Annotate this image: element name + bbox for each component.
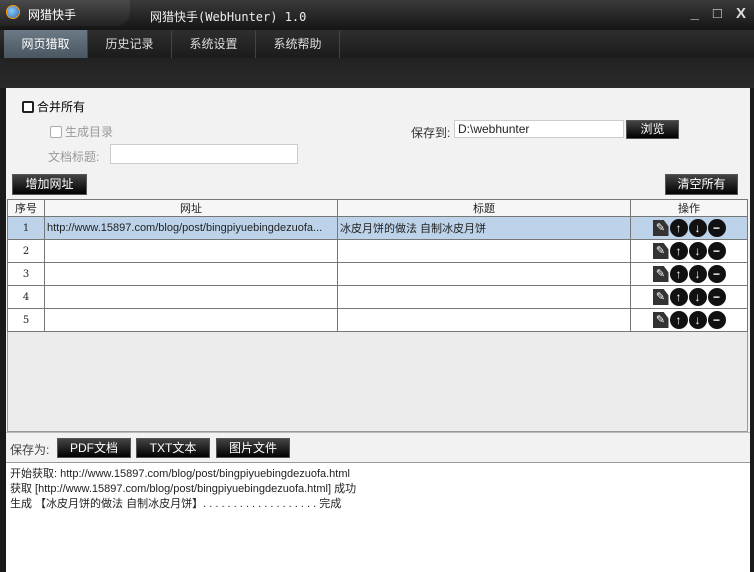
delete-icon[interactable]: − (707, 288, 726, 306)
row-title[interactable] (337, 239, 631, 263)
table-row[interactable]: 4 ✎ ↑ ↓ − (7, 285, 748, 309)
row-url[interactable] (44, 262, 338, 286)
edit-icon[interactable]: ✎ (652, 220, 669, 236)
app-name: 网猎快手 (28, 8, 77, 22)
edit-icon[interactable]: ✎ (652, 243, 669, 259)
save-as-bar: 保存为: PDF文档 TXT文本 图片文件 (6, 432, 750, 462)
app-logo-icon (6, 5, 20, 19)
app-name-tab: 网猎快手 (0, 0, 130, 26)
content-panel: 合并所有 生成目录 文档标题: 保存到: 浏览 增加网址 清空所有 序号 网址 … (6, 88, 750, 572)
col-header-index: 序号 (7, 199, 45, 217)
merge-all-checkbox[interactable]: 合并所有 (22, 98, 85, 115)
title-bar: 网猎快手 网猎快手(WebHunter) 1.0 _ □ X (0, 0, 754, 30)
move-down-icon[interactable]: ↓ (688, 288, 707, 306)
row-url[interactable]: http://www.15897.com/blog/post/bingpiyue… (44, 216, 338, 240)
main-tabs: 网页猎取 历史记录 系统设置 系统帮助 (0, 30, 754, 58)
row-title[interactable] (337, 262, 631, 286)
save-to-input[interactable] (454, 120, 624, 138)
table-row[interactable]: 1 http://www.15897.com/blog/post/bingpiy… (7, 216, 748, 240)
table-row[interactable]: 3 ✎ ↑ ↓ − (7, 262, 748, 286)
row-title[interactable] (337, 308, 631, 332)
edit-icon[interactable]: ✎ (652, 266, 669, 282)
window-title: 网猎快手(WebHunter) 1.0 (150, 10, 307, 24)
move-down-icon[interactable]: ↓ (688, 242, 707, 260)
merge-all-label: 合并所有 (37, 100, 86, 114)
save-pdf-button[interactable]: PDF文档 (57, 438, 131, 458)
doc-title-input[interactable] (110, 144, 298, 164)
move-up-icon[interactable]: ↑ (669, 265, 688, 283)
move-down-icon[interactable]: ↓ (688, 265, 707, 283)
tab-history[interactable]: 历史记录 (88, 30, 172, 58)
row-title[interactable]: 冰皮月饼的做法 自制冰皮月饼 (337, 216, 631, 240)
close-button[interactable]: X (736, 5, 746, 22)
url-table: 序号 网址 标题 操作 1 http://www.15897.com/blog/… (7, 199, 748, 332)
table-row[interactable]: 2 ✎ ↑ ↓ − (7, 239, 748, 263)
move-down-icon[interactable]: ↓ (688, 311, 707, 329)
move-up-icon[interactable]: ↑ (669, 288, 688, 306)
row-index: 4 (7, 285, 45, 309)
log-line: 生成 【冰皮月饼的做法 自制冰皮月饼】. . . . . . . . . . .… (10, 498, 342, 510)
log-line: 获取 [http://www.15897.com/blog/post/bingp… (10, 483, 357, 495)
gen-toc-label: 生成目录 (65, 125, 114, 139)
move-down-icon[interactable]: ↓ (688, 219, 707, 237)
tab-help[interactable]: 系统帮助 (256, 30, 340, 58)
edit-icon[interactable]: ✎ (652, 289, 669, 305)
row-index: 2 (7, 239, 45, 263)
maximize-button[interactable]: □ (713, 5, 722, 22)
delete-icon[interactable]: − (707, 265, 726, 283)
row-index: 5 (7, 308, 45, 332)
col-header-title: 标题 (337, 199, 631, 217)
delete-icon[interactable]: − (707, 242, 726, 260)
row-url[interactable] (44, 239, 338, 263)
row-url[interactable] (44, 308, 338, 332)
toolbar-band (0, 58, 754, 88)
save-as-label: 保存为: (10, 443, 50, 457)
log-line: 开始获取: http://www.15897.com/blog/post/bin… (10, 468, 350, 480)
save-to-label: 保存到: (411, 126, 451, 140)
tab-settings[interactable]: 系统设置 (172, 30, 256, 58)
move-up-icon[interactable]: ↑ (669, 242, 688, 260)
save-image-button[interactable]: 图片文件 (216, 438, 290, 458)
delete-icon[interactable]: − (707, 219, 726, 237)
move-up-icon[interactable]: ↑ (669, 311, 688, 329)
row-title[interactable] (337, 285, 631, 309)
edit-icon[interactable]: ✎ (652, 312, 669, 328)
minimize-button[interactable]: _ (691, 5, 699, 22)
move-up-icon[interactable]: ↑ (669, 219, 688, 237)
checkbox-box[interactable] (22, 100, 34, 113)
log-output[interactable]: 开始获取: http://www.15897.com/blog/post/bin… (6, 462, 750, 572)
col-header-url: 网址 (44, 199, 338, 217)
add-url-button[interactable]: 增加网址 (12, 174, 87, 195)
table-row[interactable]: 5 ✎ ↑ ↓ − (7, 308, 748, 332)
doc-title-label: 文档标题: (48, 150, 100, 164)
col-header-actions: 操作 (630, 199, 748, 217)
delete-icon[interactable]: − (707, 311, 726, 329)
gen-toc-checkbox[interactable]: 生成目录 (50, 123, 113, 140)
save-txt-button[interactable]: TXT文本 (136, 438, 210, 458)
tab-web-capture[interactable]: 网页猎取 (4, 30, 88, 58)
clear-all-button[interactable]: 清空所有 (665, 174, 738, 195)
row-index: 1 (7, 216, 45, 240)
row-index: 3 (7, 262, 45, 286)
checkbox-box[interactable] (50, 125, 62, 138)
browse-button[interactable]: 浏览 (626, 120, 679, 139)
row-url[interactable] (44, 285, 338, 309)
